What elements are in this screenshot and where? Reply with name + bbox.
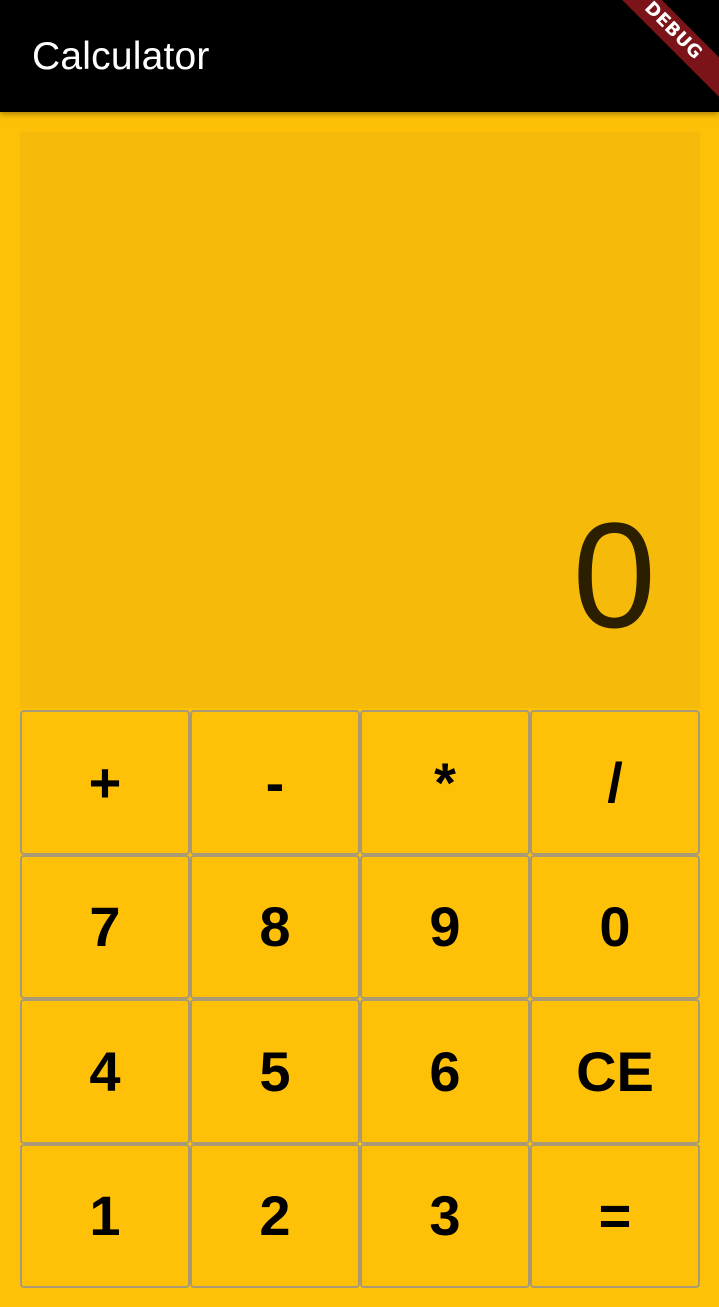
display-value: 0 [572,491,656,659]
multiply-button[interactable]: * [360,710,530,855]
digit-5-button[interactable]: 5 [190,999,360,1144]
plus-button[interactable]: + [20,710,190,855]
clear-entry-button[interactable]: CE [530,999,700,1144]
debug-banner: DEBUG [592,0,719,112]
result-display: 0 [20,132,700,708]
divide-button[interactable]: / [530,710,700,855]
keypad: + - * / 7 8 9 0 4 5 6 CE 1 2 3 = [20,710,700,1288]
digit-6-button[interactable]: 6 [360,999,530,1144]
equals-button[interactable]: = [530,1143,700,1288]
app-bar: Calculator DEBUG [0,0,719,112]
digit-4-button[interactable]: 4 [20,999,190,1144]
minus-button[interactable]: - [190,710,360,855]
digit-9-button[interactable]: 9 [360,854,530,999]
digit-2-button[interactable]: 2 [190,1143,360,1288]
app-title: Calculator [32,35,210,78]
digit-8-button[interactable]: 8 [190,854,360,999]
digit-7-button[interactable]: 7 [20,854,190,999]
digit-1-button[interactable]: 1 [20,1143,190,1288]
digit-3-button[interactable]: 3 [360,1143,530,1288]
digit-0-button[interactable]: 0 [530,854,700,999]
